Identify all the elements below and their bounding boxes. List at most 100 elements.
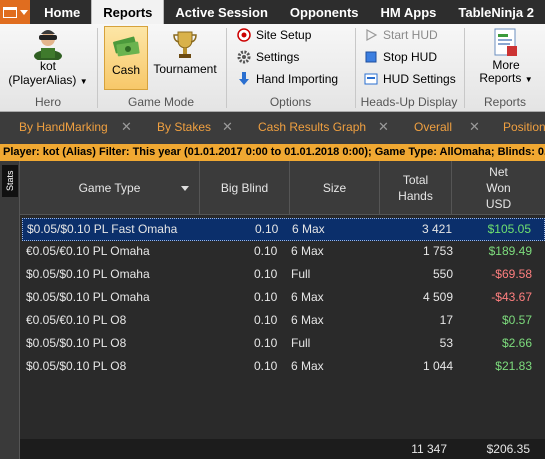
hero-avatar-icon: [34, 30, 62, 60]
site-setup-icon: [237, 28, 251, 42]
total-net-won-value: $206.35: [486, 442, 530, 456]
chevron-down-icon: ▼: [524, 75, 533, 84]
close-icon[interactable]: ✕: [469, 119, 480, 135]
close-icon[interactable]: ✕: [378, 119, 389, 135]
results-table: Game Type Big Blind Size Total Hands Net…: [20, 161, 545, 459]
cell-big-blind: 0.10: [255, 222, 279, 236]
cell-total-hands: 1 753: [422, 244, 453, 258]
options-group: Site Setup Settings Hand Importing Optio…: [227, 24, 354, 112]
tab-active-session[interactable]: Active Session: [164, 0, 279, 24]
cell-game-type: $0.05/$0.10 PL Fast Omaha: [27, 222, 178, 236]
tab-reports[interactable]: Reports: [91, 0, 165, 24]
start-hud-button[interactable]: Start HUD: [364, 28, 438, 42]
table-row[interactable]: $0.05/$0.10 PL Omaha 0.10 6 Max 4 509 -$43.6…: [22, 287, 545, 310]
tab-home[interactable]: Home: [30, 0, 91, 24]
app-menu-button[interactable]: [0, 0, 31, 24]
side-panel-strip: Stats: [0, 161, 20, 459]
game-mode-group-label: Game Mode: [127, 95, 195, 109]
tab-tableninja[interactable]: TableNinja 2: [447, 0, 545, 24]
report-tab-by-stakes[interactable]: By Stakes: [157, 120, 211, 134]
column-header-label: Game Type: [78, 181, 141, 195]
cell-total-hands: 550: [432, 267, 453, 281]
cell-big-blind: 0.10: [254, 267, 278, 281]
column-header-game-type[interactable]: Game Type: [20, 161, 200, 215]
column-header-label: Size: [322, 181, 347, 195]
cell-size: 6 Max: [292, 222, 325, 236]
stop-hud-button[interactable]: Stop HUD: [364, 50, 437, 64]
cash-button[interactable]: Cash: [104, 26, 148, 90]
cell-net-won: $0.57: [501, 313, 532, 327]
cell-net-won: $105.05: [487, 222, 531, 236]
cell-net-won: $189.49: [488, 244, 532, 258]
hud-settings-button[interactable]: HUD Settings: [364, 72, 456, 86]
column-header-label-line: Net: [489, 165, 508, 179]
more-reports-button[interactable]: More Reports ▼: [471, 26, 541, 88]
hero-name: kot: [39, 59, 56, 73]
close-icon[interactable]: ✕: [121, 119, 132, 135]
cell-total-hands: 4 509: [422, 290, 453, 304]
cell-net-won: $2.66: [501, 336, 532, 350]
site-setup-button[interactable]: Site Setup: [237, 28, 311, 42]
report-document-icon: [494, 28, 517, 56]
report-tab-position[interactable]: Position: [503, 120, 545, 134]
cell-size: Full: [291, 267, 311, 281]
hero-group: kot (PlayerAlias) ▼ Hero: [0, 24, 96, 112]
cell-size: 6 Max: [291, 313, 324, 327]
column-header-size[interactable]: Size: [290, 161, 380, 215]
filter-summary[interactable]: Player: kot (Alias) Filter: This year (0…: [0, 144, 545, 161]
cell-game-type: $0.05/$0.10 PL O8: [26, 336, 127, 350]
site-setup-label: Site Setup: [256, 28, 312, 42]
table-row[interactable]: $0.05/$0.10 PL O8 0.10 6 Max 1 044 $21.83: [22, 356, 545, 379]
table-header: Game Type Big Blind Size Total Hands Net…: [20, 161, 545, 215]
column-header-label-line: Hands: [398, 189, 433, 203]
table-row[interactable]: €0.05/€0.10 PL O8 0.10 6 Max 17 $0.57: [22, 310, 545, 333]
cash-icon: [113, 36, 140, 57]
table-row[interactable]: $0.05/$0.10 PL O8 0.10 Full 53 $2.66: [22, 333, 545, 356]
table-totals-row: 11 347 $206.35: [20, 439, 545, 459]
settings-button[interactable]: Settings: [237, 50, 299, 64]
table-row[interactable]: $0.05/$0.10 PL Fast Omaha 0.10 6 Max 3 421 $…: [22, 218, 545, 241]
chevron-down-icon: [19, 9, 28, 15]
cell-size: Full: [291, 336, 311, 350]
column-header-label-line: Total: [402, 173, 429, 187]
column-header-total-hands[interactable]: Total Hands: [380, 161, 452, 215]
game-mode-group: Cash Tournament Game Mode: [98, 24, 224, 112]
stop-hud-label: Stop HUD: [383, 50, 438, 64]
report-tab-cash-results-graph[interactable]: Cash Results Graph: [258, 120, 366, 134]
column-header-big-blind[interactable]: Big Blind: [200, 161, 290, 215]
reports-group: More Reports ▼ Reports: [465, 24, 545, 112]
start-hud-label: Start HUD: [383, 28, 438, 42]
hero-button[interactable]: kot (PlayerAlias) ▼: [8, 26, 88, 90]
table-row[interactable]: €0.05/€0.10 PL Omaha 0.10 6 Max 1 753 $189.4…: [22, 241, 545, 264]
column-header-label-line: Won: [486, 181, 511, 195]
hud-settings-icon: [364, 73, 378, 85]
settings-label: Settings: [256, 50, 300, 64]
tournament-button[interactable]: Tournament: [150, 26, 220, 90]
close-icon[interactable]: ✕: [222, 119, 233, 135]
hand-importing-label: Hand Importing: [256, 72, 339, 86]
menu-bar: Home Reports Active Session Opponents HM…: [0, 0, 545, 24]
trophy-icon: [173, 31, 197, 58]
stop-icon: [365, 51, 377, 63]
cell-size: 6 Max: [291, 359, 324, 373]
cell-big-blind: 0.10: [254, 244, 278, 258]
tab-opponents[interactable]: Opponents: [279, 0, 370, 24]
table-row[interactable]: $0.05/$0.10 PL Omaha 0.10 Full 550 -$69.58: [22, 264, 545, 287]
window-icon: [2, 6, 17, 18]
hud-settings-label: HUD Settings: [383, 72, 456, 86]
hand-importing-button[interactable]: Hand Importing: [237, 72, 338, 86]
cell-size: 6 Max: [291, 290, 324, 304]
reports-group-label: Reports: [483, 95, 527, 109]
cell-net-won: -$69.58: [491, 267, 532, 281]
cell-total-hands: 53: [439, 336, 453, 350]
cell-big-blind: 0.10: [254, 359, 278, 373]
tab-hm-apps[interactable]: HM Apps: [370, 0, 448, 24]
report-tab-overall[interactable]: Overall: [414, 120, 452, 134]
play-icon: [366, 28, 378, 42]
stats-side-tab[interactable]: Stats: [2, 165, 18, 197]
hero-group-label: Hero: [34, 95, 61, 109]
column-header-net-won-usd[interactable]: Net Won USD: [452, 161, 545, 215]
report-tab-by-handmarking[interactable]: By HandMarking: [19, 120, 108, 134]
cell-net-won: -$43.67: [491, 290, 532, 304]
cash-label: Cash: [111, 63, 140, 77]
